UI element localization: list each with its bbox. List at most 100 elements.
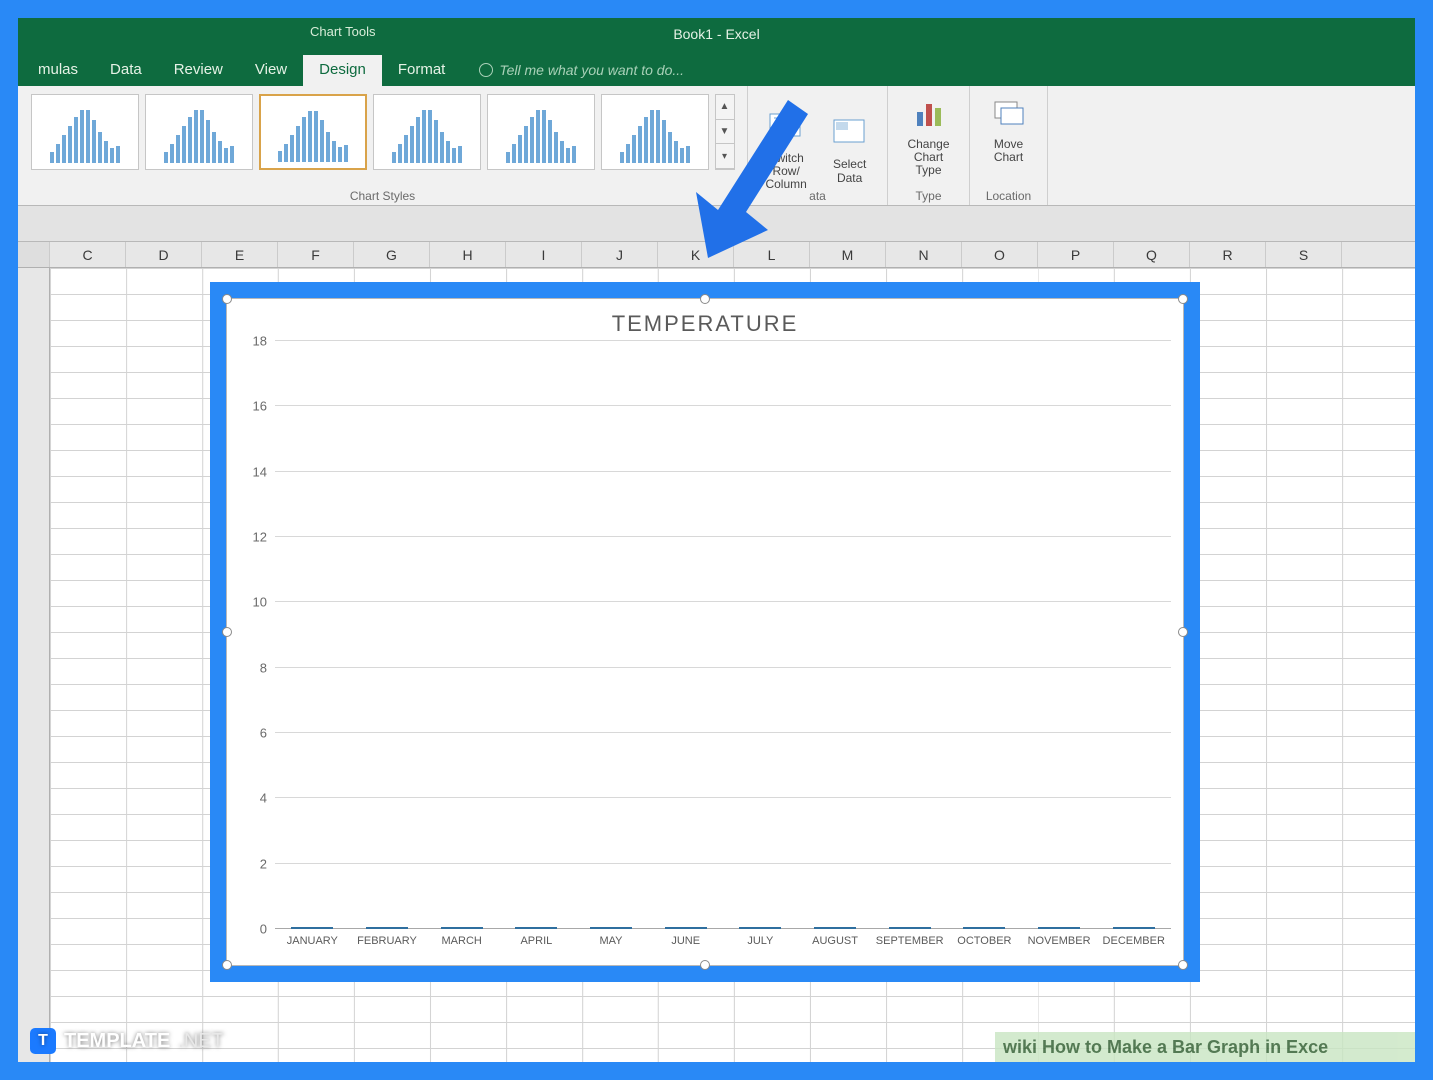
chart-bar[interactable] [665, 927, 707, 929]
chart-bar[interactable] [291, 927, 333, 929]
chart-style-thumb[interactable] [601, 94, 709, 170]
x-tick-label: NOVEMBER [1022, 931, 1097, 957]
bar-slot [1096, 927, 1171, 929]
ribbon-group-location: Move Chart Location [970, 86, 1048, 205]
move-chart-icon [989, 94, 1029, 134]
column-header[interactable]: S [1266, 242, 1342, 267]
chart-style-thumb[interactable] [31, 94, 139, 170]
bar-slot [1022, 927, 1097, 929]
bar-slot [424, 927, 499, 929]
bar-slot [574, 927, 649, 929]
y-tick-label: 6 [260, 726, 267, 741]
bar-slot [275, 927, 350, 929]
resize-handle[interactable] [222, 294, 232, 304]
chart-bar[interactable] [814, 927, 856, 929]
chart-bar[interactable] [739, 927, 781, 929]
ribbon-group-label: Location [970, 189, 1047, 203]
ribbon-group-label: Type [888, 189, 969, 203]
ribbon-group-label: ata [748, 189, 887, 203]
x-tick-label: JUNE [648, 931, 723, 957]
chart-style-thumb[interactable] [373, 94, 481, 170]
resize-handle[interactable] [1178, 294, 1188, 304]
column-header[interactable]: E [202, 242, 278, 267]
tab-data[interactable]: Data [94, 55, 158, 86]
chart-title[interactable]: TEMPERATURE [227, 299, 1183, 341]
watermark-text: TEMPLATE [64, 1030, 170, 1053]
formula-bar-area [18, 206, 1415, 242]
column-header[interactable]: C [50, 242, 126, 267]
tab-formulas[interactable]: mulas [22, 55, 94, 86]
bar-slot [723, 927, 798, 929]
change-chart-type-button[interactable]: Change Chart Type [894, 90, 963, 178]
y-tick-label: 10 [253, 595, 267, 610]
bar-slot [947, 927, 1022, 929]
chart-style-thumb[interactable] [145, 94, 253, 170]
bar-slot [798, 927, 873, 929]
bar-slot [648, 927, 723, 929]
resize-handle[interactable] [700, 960, 710, 970]
column-header[interactable]: I [506, 242, 582, 267]
column-header[interactable]: G [354, 242, 430, 267]
chart-styles-more[interactable]: ▲▼▾ [715, 94, 735, 170]
chart-bar[interactable] [441, 927, 483, 929]
chart-bar[interactable] [590, 927, 632, 929]
column-header[interactable]: N [886, 242, 962, 267]
column-header[interactable]: O [962, 242, 1038, 267]
ribbon-tabstrip: mulas Data Review View Design Format Tel… [18, 54, 1415, 86]
column-header[interactable]: R [1190, 242, 1266, 267]
resize-handle[interactable] [1178, 627, 1188, 637]
column-header[interactable]: H [430, 242, 506, 267]
resize-handle[interactable] [222, 627, 232, 637]
chart-bar[interactable] [366, 927, 408, 929]
x-tick-label: MARCH [424, 931, 499, 957]
chart-bar[interactable] [515, 927, 557, 929]
tell-me-search[interactable]: Tell me what you want to do... [479, 62, 684, 78]
move-chart-button[interactable]: Move Chart [976, 90, 1041, 164]
x-tick-label: FEBRUARY [350, 931, 425, 957]
column-header[interactable]: Q [1114, 242, 1190, 267]
select-all-corner[interactable] [18, 242, 50, 267]
embedded-chart[interactable]: TEMPERATURE 024681012141618 JANUARYFEBRU… [226, 298, 1184, 966]
column-header[interactable]: D [126, 242, 202, 267]
ribbon-button-label: Select Data [826, 158, 873, 184]
chart-bar[interactable] [1113, 927, 1155, 929]
chart-plot-area[interactable]: 024681012141618 JANUARYFEBRUARYMARCHAPRI… [275, 341, 1171, 957]
ribbon-group-data: Switch Row/ Column Select Data ata [748, 86, 888, 205]
column-header[interactable]: F [278, 242, 354, 267]
bar-slot [350, 927, 425, 929]
y-tick-label: 4 [260, 791, 267, 806]
tab-design[interactable]: Design [303, 55, 382, 86]
chart-type-icon [909, 94, 949, 134]
chart-style-thumb[interactable] [487, 94, 595, 170]
chart-styles-gallery: ▲▼▾ [31, 90, 735, 170]
chart-highlight-frame: TEMPERATURE 024681012141618 JANUARYFEBRU… [210, 282, 1200, 982]
bar-slot [499, 927, 574, 929]
chart-bar[interactable] [1038, 927, 1080, 929]
tab-view[interactable]: View [239, 55, 303, 86]
column-header[interactable]: K [658, 242, 734, 267]
column-header[interactable]: J [582, 242, 658, 267]
chart-bar[interactable] [889, 927, 931, 929]
resize-handle[interactable] [222, 960, 232, 970]
ribbon-button-label: Move Chart [984, 138, 1033, 164]
tab-review[interactable]: Review [158, 55, 239, 86]
switch-row-column-button[interactable]: Switch Row/ Column [754, 104, 818, 192]
window-title: Book1 - Excel [673, 26, 759, 42]
chart-style-thumb-selected[interactable] [259, 94, 367, 170]
resize-handle[interactable] [1178, 960, 1188, 970]
column-header[interactable]: M [810, 242, 886, 267]
column-header[interactable]: L [734, 242, 810, 267]
chart-bar[interactable] [963, 927, 1005, 929]
select-data-icon [830, 114, 870, 154]
watermark-suffix: .NET [178, 1030, 224, 1053]
lightbulb-icon [479, 63, 493, 77]
ribbon-group-label: Chart Styles [18, 189, 747, 203]
resize-handle[interactable] [700, 294, 710, 304]
select-data-button[interactable]: Select Data [818, 110, 881, 184]
column-header[interactable]: P [1038, 242, 1114, 267]
tab-format[interactable]: Format [382, 55, 462, 86]
y-axis: 024681012141618 [233, 341, 271, 929]
x-tick-label: JANUARY [275, 931, 350, 957]
y-tick-label: 8 [260, 660, 267, 675]
y-tick-label: 12 [253, 530, 267, 545]
